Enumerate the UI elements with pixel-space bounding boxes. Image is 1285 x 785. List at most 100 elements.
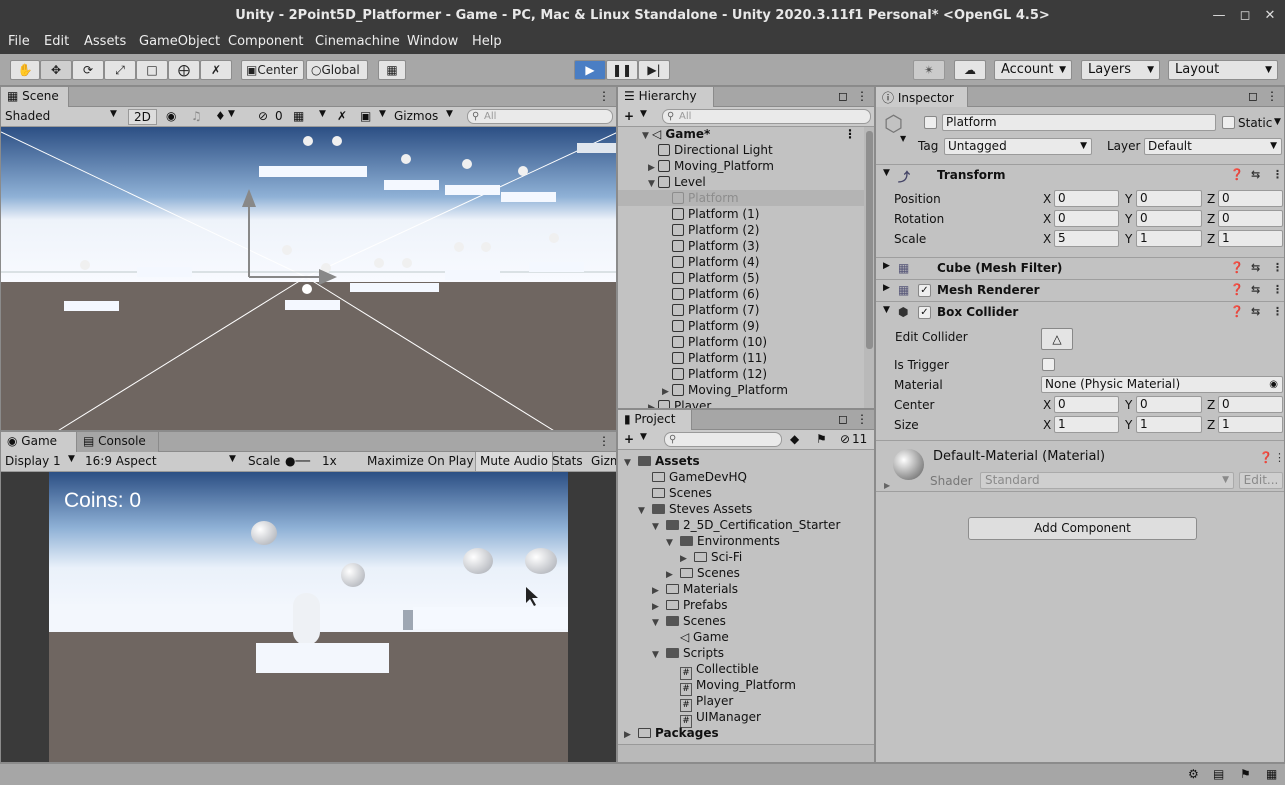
chevron-right-icon[interactable]: ▶ [883, 261, 890, 271]
maximize-icon[interactable]: ◻ [1237, 8, 1253, 24]
project-item[interactable]: ▼ 2_5D_Certification_Starter [618, 517, 874, 533]
chevron-down-icon[interactable]: ▼ [229, 454, 236, 464]
layers-dropdown[interactable]: Layers ▼ [1081, 60, 1160, 80]
step-button[interactable]: ▶| [638, 60, 670, 80]
help-icon[interactable]: ❓ [1230, 283, 1244, 296]
create-plus-icon[interactable]: + [624, 109, 634, 123]
menu-file[interactable]: File [8, 34, 30, 49]
hierarchy-item[interactable]: Platform (5) [618, 270, 864, 286]
component-menu-icon[interactable]: ⋮ [1274, 451, 1284, 464]
scene-viewport[interactable] [1, 127, 617, 431]
collectible-sphere[interactable] [481, 242, 491, 252]
audio-icon[interactable]: ♫ [191, 109, 202, 123]
panel-menu-icon[interactable]: ⋮ [856, 412, 868, 426]
close-icon[interactable]: ✕ [1262, 8, 1278, 24]
collectible-sphere[interactable] [303, 136, 313, 146]
project-item[interactable]: ▼ Steves Assets [618, 501, 874, 517]
hierarchy-item[interactable]: Platform (9) [618, 318, 864, 334]
hierarchy-item[interactable]: Directional Light [618, 142, 864, 158]
chevron-down-icon[interactable]: ▼ [446, 109, 453, 119]
shading-mode-dropdown[interactable]: Shaded [5, 109, 50, 123]
size-z-field[interactable]: 1 [1218, 416, 1283, 433]
transform-tool-icon[interactable]: ⨁ [168, 60, 200, 80]
pause-button[interactable]: ❚❚ [606, 60, 638, 80]
mute-audio-toggle[interactable]: Mute Audio [475, 452, 553, 471]
menu-edit[interactable]: Edit [44, 34, 69, 49]
shader-edit-button[interactable]: Edit... [1239, 472, 1283, 489]
collectible-sphere[interactable] [282, 245, 292, 255]
panel-menu-icon[interactable]: ⋮ [598, 89, 610, 103]
player-capsule[interactable] [302, 284, 312, 294]
mesh-filter-component-header[interactable]: ▶ ▦ Cube (Mesh Filter) ❓ ⇆ ⋮ [876, 257, 1284, 279]
tab-console[interactable]: ▤ Console [77, 432, 159, 452]
chevron-down-icon[interactable]: ▼ [640, 432, 647, 442]
panel-menu-icon[interactable]: ⋮ [856, 89, 868, 103]
presets-icon[interactable]: ⇆ [1251, 168, 1260, 181]
hierarchy-search-input[interactable]: ⚲ All [662, 109, 871, 124]
lock-icon[interactable]: ◻ [838, 89, 848, 103]
platform-mesh[interactable] [285, 300, 340, 310]
project-item[interactable]: # Collectible [618, 661, 874, 680]
hierarchy-item[interactable]: Platform [618, 190, 864, 206]
hierarchy-item[interactable]: ▶ Moving_Platform [618, 158, 864, 174]
auto-generate-lighting-icon[interactable]: ⚙ [1188, 767, 1199, 781]
minimize-icon[interactable]: — [1211, 8, 1227, 24]
project-item[interactable]: ▼ Assets [618, 453, 874, 469]
chevron-right-icon[interactable]: ▶ [648, 400, 658, 408]
position-x-field[interactable]: 0 [1054, 190, 1119, 207]
object-name-field[interactable]: Platform [942, 114, 1216, 131]
platform-mesh[interactable] [137, 267, 192, 277]
game-gizmos-toggle[interactable]: Gizm [591, 454, 616, 468]
menu-help[interactable]: Help [472, 34, 502, 49]
project-search-input[interactable]: ⚲ [664, 432, 782, 447]
component-menu-icon[interactable]: ⋮ [1272, 168, 1283, 181]
presets-icon[interactable]: ⇆ [1251, 283, 1260, 296]
mesh-renderer-component-header[interactable]: ▶ ▦ ✓ Mesh Renderer ❓ ⇆ ⋮ [876, 279, 1284, 301]
lock-icon[interactable]: ◻ [838, 412, 848, 426]
collectible-sphere[interactable] [80, 260, 90, 270]
lighting-icon[interactable]: ◉ [166, 109, 176, 123]
chevron-down-icon[interactable]: ▼ [68, 454, 75, 464]
rect-tool-icon[interactable]: □ [136, 60, 168, 80]
hierarchy-item[interactable]: Platform (6) [618, 286, 864, 302]
hierarchy-item[interactable]: Platform (10) [618, 334, 864, 350]
camera-icon[interactable]: ▣ [360, 109, 371, 123]
project-item[interactable]: Scenes [618, 485, 874, 501]
gizmos-dropdown[interactable]: Gizmos [394, 109, 438, 123]
hierarchy-item[interactable]: ▶ Moving_Platform [618, 382, 864, 398]
center-x-field[interactable]: 0 [1054, 396, 1119, 413]
tab-game[interactable]: ◉ Game [1, 432, 77, 452]
panel-menu-icon[interactable]: ⋮ [598, 434, 610, 448]
is-trigger-checkbox[interactable] [1042, 358, 1055, 371]
hierarchy-item[interactable]: Platform (1) [618, 206, 864, 222]
menu-window[interactable]: Window [407, 34, 458, 49]
collectible-sphere[interactable] [332, 136, 342, 146]
collectible-sphere[interactable] [518, 166, 528, 176]
platform-mesh[interactable] [501, 192, 556, 202]
custom-tool-icon[interactable]: ✗ [200, 60, 232, 80]
box-collider-enabled-checkbox[interactable]: ✓ [918, 306, 931, 319]
tag-dropdown[interactable]: Untagged ▼ [944, 138, 1092, 155]
tab-hierarchy[interactable]: ☰ Hierarchy [618, 87, 714, 107]
rotation-y-field[interactable]: 0 [1136, 210, 1202, 227]
presets-icon[interactable]: ⇆ [1251, 305, 1260, 318]
hierarchy-item[interactable]: Platform (11) [618, 350, 864, 366]
help-icon[interactable]: ❓ [1230, 305, 1244, 318]
position-y-field[interactable]: 0 [1136, 190, 1202, 207]
grid-icon[interactable]: ▦ [293, 109, 304, 123]
platform-mesh[interactable] [445, 185, 500, 195]
project-item[interactable]: # UIManager [618, 709, 874, 728]
platform-mesh[interactable] [350, 283, 439, 292]
platform-mesh[interactable] [529, 262, 584, 272]
scale-slider[interactable]: ●── [285, 454, 310, 468]
chevron-down-icon[interactable]: ▼ [379, 109, 386, 119]
rotation-x-field[interactable]: 0 [1054, 210, 1119, 227]
cache-server-icon[interactable]: ▤ [1213, 767, 1224, 781]
grid-snap-icon[interactable]: ▦ [378, 60, 406, 80]
platform-mesh[interactable] [577, 143, 617, 153]
project-item[interactable]: ▼ Scripts [618, 645, 874, 661]
tools-icon[interactable]: ✗ [337, 109, 347, 123]
active-checkbox[interactable] [924, 116, 937, 129]
pivot-center-button[interactable]: ▣Center [241, 60, 304, 80]
account-dropdown[interactable]: Account ▼ [994, 60, 1072, 80]
